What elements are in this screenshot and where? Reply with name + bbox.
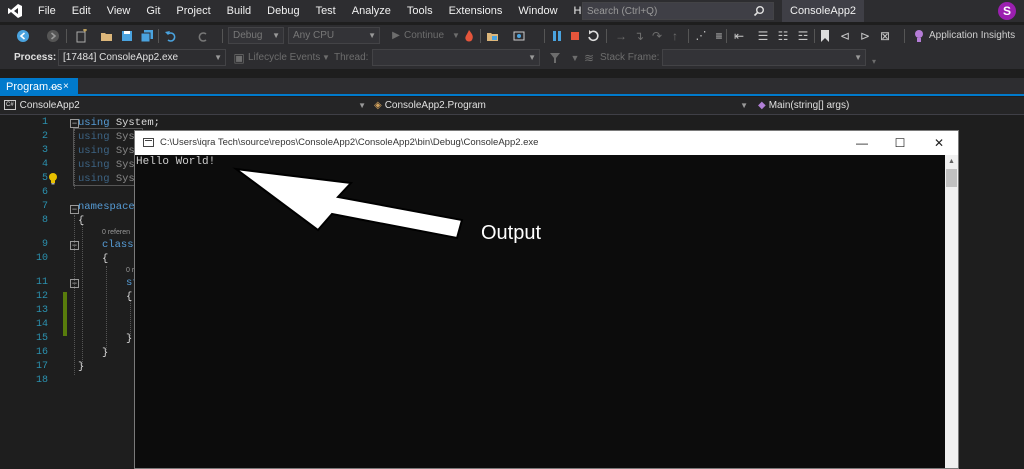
annotation-label: Output — [481, 222, 542, 244]
